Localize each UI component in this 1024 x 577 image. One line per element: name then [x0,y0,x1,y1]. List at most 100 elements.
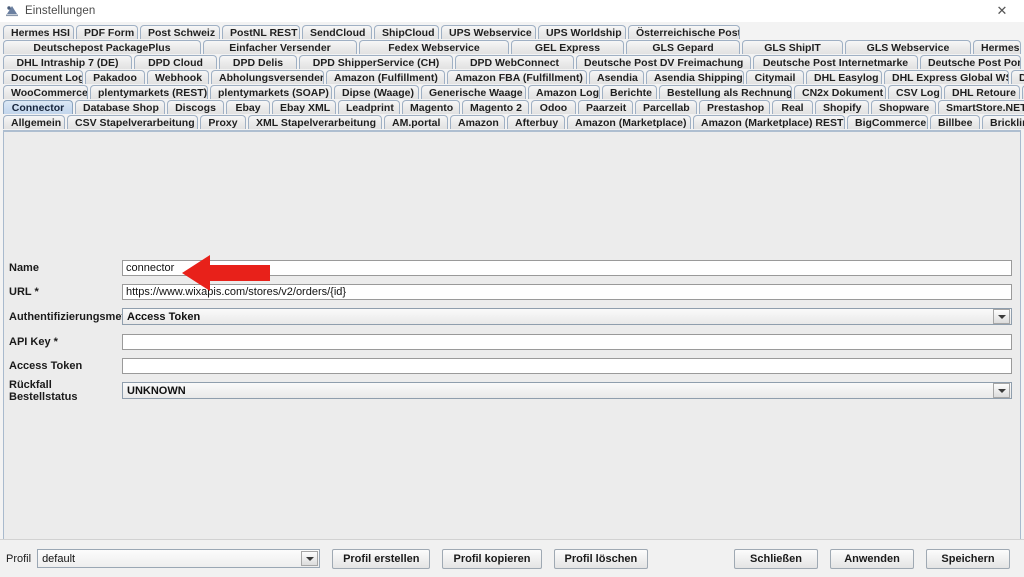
tab-discogs[interactable]: Discogs [167,100,224,114]
chevron-down-icon[interactable] [993,383,1010,398]
tab-bricklink[interactable]: Bricklink [982,115,1024,129]
tab-gls-webservice[interactable]: GLS Webservice [845,40,971,54]
tab-prestashop[interactable]: Prestashop [699,100,770,114]
tab-row-3: DHL Intraship 7 (DE) DPD Cloud DPD Delis… [1,54,1023,69]
tab-database-shop[interactable]: Database Shop [75,100,165,114]
label-access-token: Access Token [9,360,83,372]
tab-connector[interactable]: Connector [3,100,73,114]
tab-fedex-webservice[interactable]: Fedex Webservice [359,40,509,54]
url-input[interactable]: https://www.wixapis.com/stores/v2/orders… [122,284,1012,300]
tab-abholungsversender[interactable]: Abholungsversender [211,70,324,84]
tab-dpd-delis[interactable]: DPD Delis [219,55,297,69]
tab-hermes[interactable]: Hermes [973,40,1021,54]
tab-dipse-waage[interactable]: Dipse (Waage) [334,85,419,99]
speichern-button[interactable]: Speichern [926,548,1010,569]
close-icon[interactable]: ✕ [980,0,1024,21]
tab-deutschepost-packageplus[interactable]: Deutschepost PackagePlus [3,40,201,54]
tab-dpd-webconnect[interactable]: DPD WebConnect [455,55,574,69]
tab-pakadoo[interactable]: Pakadoo [85,70,145,84]
tab-csv-stapelverarbeitung[interactable]: CSV Stapelverarbeitung [67,115,198,129]
tab-leadprint[interactable]: Leadprint [338,100,400,114]
tab-shipcloud[interactable]: ShipCloud [374,25,439,39]
tab-allgemein[interactable]: Allgemein [3,115,65,129]
name-input[interactable]: connector [122,260,1012,276]
tab-gls-gepard[interactable]: GLS Gepard [626,40,740,54]
tab-pdf-form[interactable]: PDF Form [76,25,138,39]
tab-berichte[interactable]: Berichte [602,85,657,99]
tab-odoo[interactable]: Odoo [531,100,576,114]
tab-proxy[interactable]: Proxy [200,115,246,129]
chevron-down-icon[interactable] [993,309,1010,324]
tab-afterbuy[interactable]: Afterbuy [507,115,565,129]
fallback-status-value: UNKNOWN [127,384,186,397]
schliessen-button[interactable]: Schließen [734,548,818,569]
tab-dpd-shipperservice-ch[interactable]: DPD ShipperService (CH) [299,55,453,69]
tab-dhl-express-global-ws[interactable]: DHL Express Global WS [884,70,1009,84]
tab-smartstore-net[interactable]: SmartStore.NET [938,100,1024,114]
tab-dhl-retoure[interactable]: DHL Retoure [944,85,1020,99]
tab-document-log[interactable]: Document Log [3,70,83,84]
tab-ebay[interactable]: Ebay [226,100,270,114]
tab-einfacher-versender[interactable]: Einfacher Versender [203,40,357,54]
tab-generische-waage[interactable]: Generische Waage [421,85,526,99]
label-rueckfall-bestellstatus: Rückfall Bestellstatus [9,378,78,403]
tab-deutsche-post-internetmarke[interactable]: Deutsche Post Internetmarke [753,55,918,69]
tab-dpd-cloud[interactable]: DPD Cloud [134,55,217,69]
profil-loeschen-button[interactable]: Profil löschen [553,548,649,569]
tab-gel-express[interactable]: GEL Express [511,40,624,54]
tab-xml-stapelverarbeitung[interactable]: XML Stapelverarbeitung [248,115,382,129]
tab-dhl-easylog[interactable]: DHL Easylog [806,70,882,84]
tab-bestellung-als-rechnung[interactable]: Bestellung als Rechnung [659,85,792,99]
tab-sendcloud[interactable]: SendCloud [302,25,372,39]
tab-asendia-shipping[interactable]: Asendia Shipping [646,70,744,84]
tab-am-portal[interactable]: AM.portal [384,115,448,129]
tab-magento[interactable]: Magento [402,100,460,114]
tab-citymail[interactable]: Citymail [746,70,804,84]
tab-plentymarkets-rest[interactable]: plentymarkets (REST) [90,85,208,99]
access-token-input[interactable] [122,358,1012,374]
tab-magento-2[interactable]: Magento 2 [462,100,529,114]
tab-amazon-marketplace-rest[interactable]: Amazon (Marketplace) REST [693,115,845,129]
anwenden-button[interactable]: Anwenden [830,548,914,569]
tab-webhook[interactable]: Webhook [147,70,209,84]
tab-dhl-intraship-7-de[interactable]: DHL Intraship 7 (DE) [3,55,132,69]
tab-asendia[interactable]: Asendia [589,70,644,84]
tab-gls-shipit[interactable]: GLS ShipIT [742,40,843,54]
tab-amazon-log[interactable]: Amazon Log [528,85,600,99]
profile-select[interactable]: default [37,549,321,568]
tab-dhl-geschaeftskundenversand[interactable]: DHL Geschäftskundenversand [1011,70,1024,84]
tab-parcellab[interactable]: Parcellab [635,100,697,114]
tab-amazon-fulfillment[interactable]: Amazon (Fulfillment) [326,70,445,84]
tab-row-1: Hermes HSI PDF Form Post Schweiz PostNL … [1,24,1023,39]
tab-ups-worldship[interactable]: UPS Worldship [538,25,626,39]
tab-csv-log[interactable]: CSV Log [888,85,942,99]
tab-hermes-hsi[interactable]: Hermes HSI [3,25,74,39]
api-key-input[interactable] [122,334,1012,350]
tab-amazon-marketplace[interactable]: Amazon (Marketplace) [567,115,691,129]
tab-ups-webservice[interactable]: UPS Webservice [441,25,536,39]
tab-shopify[interactable]: Shopify [815,100,869,114]
tab-postnl-rest[interactable]: PostNL REST [222,25,300,39]
profil-kopieren-button[interactable]: Profil kopieren [442,548,542,569]
tab-real[interactable]: Real [772,100,813,114]
tab-amazon-fba-fulfillment[interactable]: Amazon FBA (Fulfillment) [447,70,587,84]
tab-oesterreichische-post[interactable]: Österreichische Post [628,25,740,39]
tab-paarzeit[interactable]: Paarzeit [578,100,633,114]
tab-cn2x-dokument[interactable]: CN2x Dokument [794,85,886,99]
fallback-status-select[interactable]: UNKNOWN [122,382,1012,399]
tab-post-schweiz[interactable]: Post Schweiz [140,25,220,39]
tab-amazon[interactable]: Amazon [450,115,505,129]
form-row-access-token: Access Token [4,358,1020,374]
tab-deutsche-post-dv-freimachung[interactable]: Deutsche Post DV Freimachung [576,55,751,69]
tab-ebay-xml[interactable]: Ebay XML [272,100,336,114]
tab-shopware[interactable]: Shopware [871,100,936,114]
chevron-down-icon[interactable] [301,551,319,566]
profil-erstellen-button[interactable]: Profil erstellen [332,548,431,569]
auth-method-select[interactable]: Access Token [122,308,1012,325]
tab-deutsche-post-portokasse[interactable]: Deutsche Post Portokasse [920,55,1021,69]
tab-billbee[interactable]: Billbee [930,115,980,129]
tab-woocommerce[interactable]: WooCommerce [3,85,88,99]
window-title: Einstellungen [25,4,96,17]
tab-plentymarkets-soap[interactable]: plentymarkets (SOAP) [210,85,332,99]
tab-bigcommerce[interactable]: BigCommerce [847,115,928,129]
